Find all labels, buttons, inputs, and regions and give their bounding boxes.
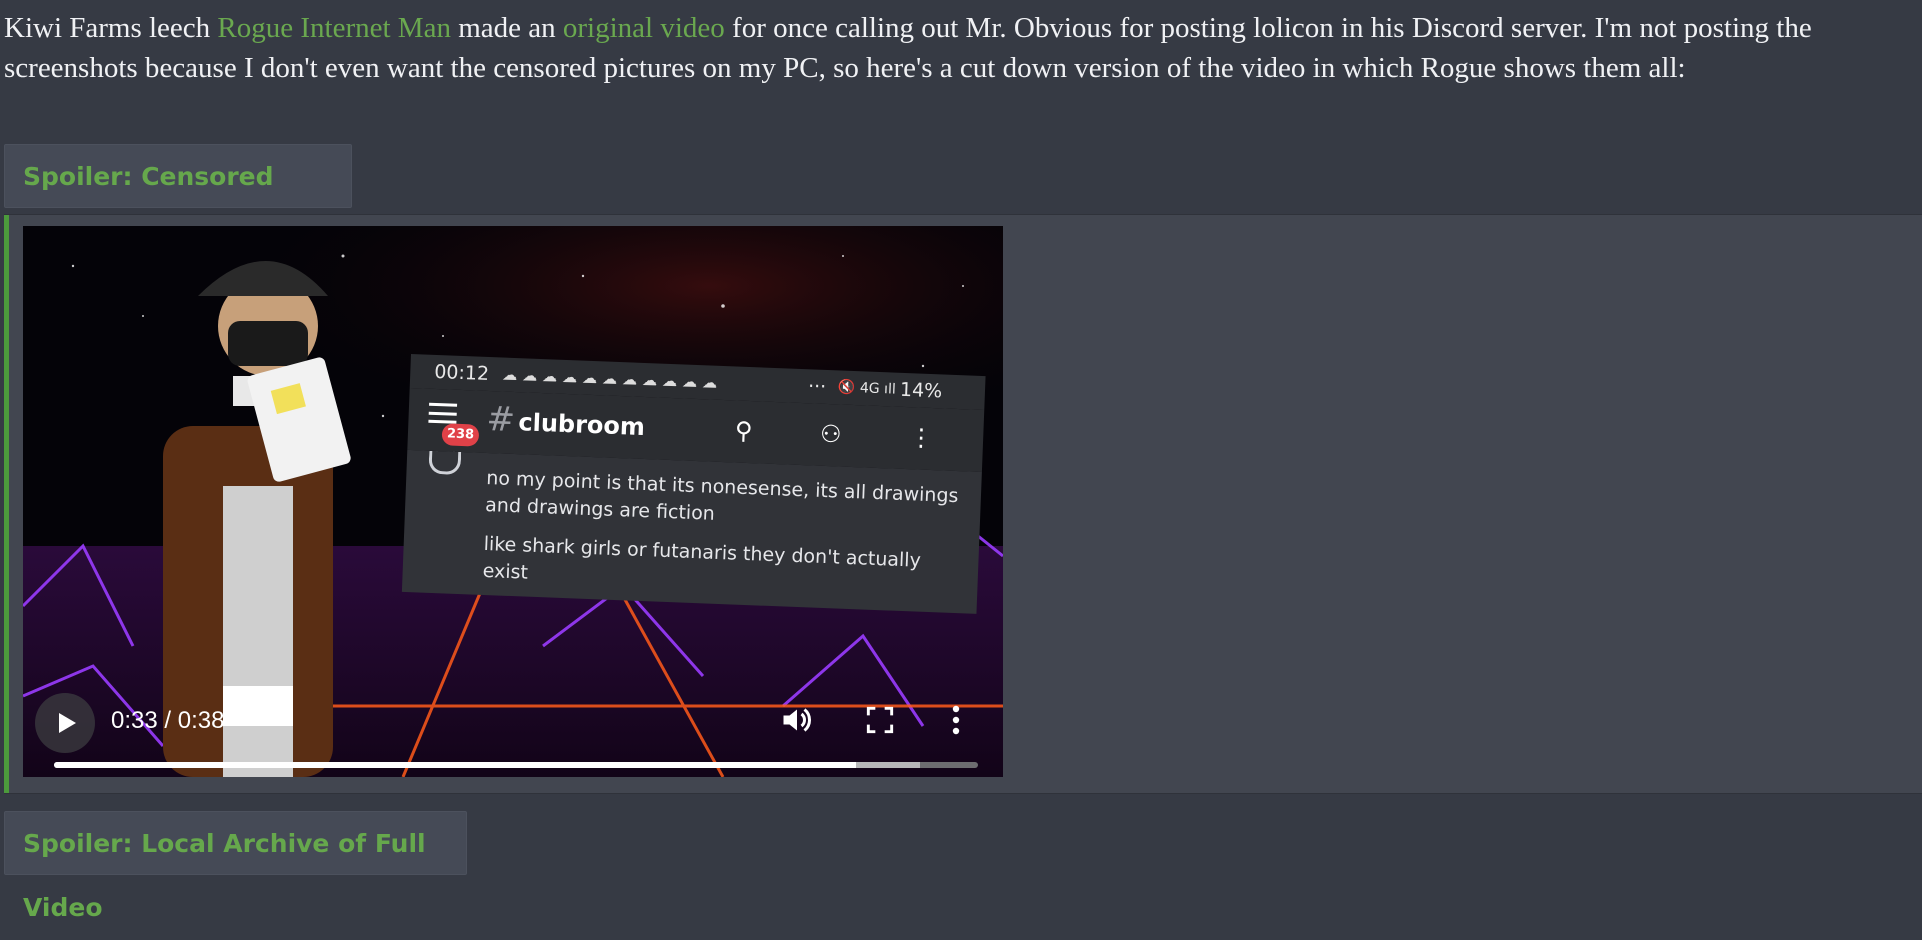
spoiler-button-censored[interactable]: Spoiler: Censored Lolicon [4, 144, 352, 255]
chat-message: no my point is that its nonesense, its a… [484, 466, 959, 525]
spoiler-accent-bar [4, 215, 9, 793]
signal-icon: 🔇 4G ıll [837, 379, 897, 398]
duration: 0:38 [177, 707, 225, 734]
hamburger-menu-icon [428, 402, 458, 426]
more-notifications-icon: ··· [807, 375, 827, 398]
volume-icon[interactable] [779, 702, 815, 738]
rogue-internet-man-link[interactable]: Rogue Internet Man [217, 12, 451, 44]
spoiler-button-archive[interactable]: Spoiler: Local Archive of Full Video [4, 811, 467, 922]
more-options-icon[interactable] [951, 704, 961, 736]
mention-badge: 238 [441, 423, 480, 447]
post-text-segment: Kiwi Farms leech [4, 12, 218, 44]
channel-hash-icon: # [485, 398, 516, 441]
spoiler-content: 00:12 ☁☁☁☁☁☁☁☁☁☁☁ ··· 🔇 4G ıll 14% 238 #… [4, 214, 1922, 794]
header-icons: ⚲ ⚇ ⋮ [734, 416, 964, 454]
avatar-icon [428, 450, 462, 475]
post-body: Kiwi Farms leech Rogue Internet Man made… [4, 8, 1916, 88]
status-time: 00:12 [433, 360, 490, 386]
play-button[interactable] [35, 693, 95, 753]
fullscreen-icon[interactable] [866, 706, 894, 734]
seek-bar[interactable] [54, 762, 978, 768]
battery-level: 14% [899, 378, 943, 403]
spoiler-label: Spoiler: Local Archive of Full Video [23, 829, 426, 922]
discord-screenshot: 00:12 ☁☁☁☁☁☁☁☁☁☁☁ ··· 🔇 4G ıll 14% 238 #… [401, 354, 986, 614]
played-progress [54, 762, 857, 768]
video-player[interactable]: 00:12 ☁☁☁☁☁☁☁☁☁☁☁ ··· 🔇 4G ıll 14% 238 #… [23, 226, 1003, 777]
video-controls: 0:33 / 0:38 [23, 676, 1003, 777]
post-text-segment: made an [450, 12, 563, 44]
current-time: 0:33 [111, 707, 158, 734]
chat-message: like shark girls or futanaris they don't… [482, 532, 922, 584]
discord-messages: no my point is that its nonesense, its a… [401, 449, 982, 614]
time-display: 0:33 / 0:38 [111, 707, 224, 735]
original-video-link[interactable]: original video [563, 12, 725, 44]
time-separator: / [157, 707, 178, 734]
channel-name: clubroom [517, 408, 646, 442]
